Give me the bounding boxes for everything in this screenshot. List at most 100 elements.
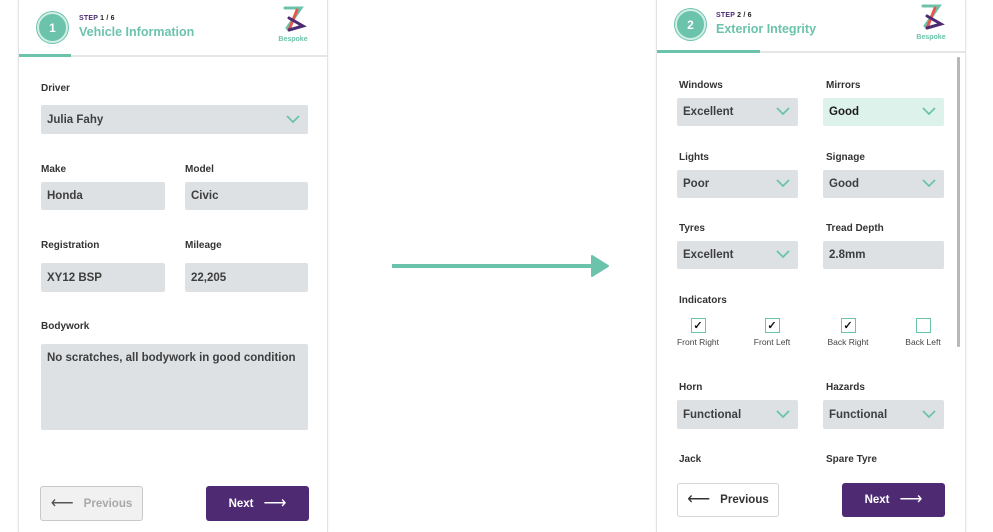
mileage-value: 22,205 bbox=[191, 271, 227, 284]
lights-value: Poor bbox=[683, 178, 710, 190]
driver-label: Driver bbox=[41, 83, 70, 94]
chevron-down-icon bbox=[922, 409, 936, 418]
mirrors-select[interactable]: Good bbox=[823, 98, 944, 126]
windows-label: Windows bbox=[679, 80, 723, 91]
bodywork-textarea[interactable]: No scratches, all bodywork in good condi… bbox=[41, 344, 308, 430]
page-title: Vehicle Information bbox=[79, 25, 195, 39]
mileage-input[interactable]: 22,205 bbox=[185, 263, 308, 292]
checkbox[interactable]: ✓ bbox=[840, 318, 856, 333]
arrow-left-icon: ⟵ bbox=[50, 494, 74, 512]
next-button[interactable]: Next ⟶ bbox=[842, 483, 945, 517]
bespoke-logo: Bespoke bbox=[915, 2, 947, 42]
signage-select[interactable]: Good bbox=[823, 170, 944, 198]
registration-input[interactable]: XY12 BSP bbox=[41, 263, 165, 292]
step-number-badge: 2 bbox=[675, 9, 706, 40]
step-prefix: STEP bbox=[79, 15, 98, 22]
hazards-label: Hazards bbox=[826, 382, 865, 393]
next-label: Next bbox=[864, 494, 890, 506]
checkbox[interactable]: ✓ bbox=[764, 318, 780, 333]
previous-label: Previous bbox=[720, 494, 769, 506]
step2-panel: 2 STEP 2 / 6 Exterior Integrity Bespoke … bbox=[656, 0, 966, 532]
tread-depth-label: Tread Depth bbox=[826, 223, 884, 234]
next-button[interactable]: Next ⟶ bbox=[206, 486, 309, 521]
step-progress-bar bbox=[19, 54, 71, 57]
step-prefix: STEP bbox=[716, 12, 735, 19]
windows-select[interactable]: Excellent bbox=[677, 98, 798, 126]
make-label: Make bbox=[41, 164, 67, 175]
tread-depth-value: 2.8mm bbox=[829, 249, 866, 261]
next-label: Next bbox=[228, 497, 254, 510]
make-input[interactable]: Honda bbox=[41, 182, 165, 210]
checkbox-label: Front Right bbox=[676, 337, 720, 347]
horn-value: Functional bbox=[683, 408, 742, 421]
arrow-right-icon: ⟶ bbox=[263, 494, 287, 512]
step1-header: 1 STEP 1 / 6 Vehicle Information Bespoke bbox=[19, 0, 327, 57]
logo-mark-icon bbox=[283, 6, 307, 32]
checkbox-label: Back Left bbox=[905, 337, 941, 347]
hazards-value: Functional bbox=[829, 408, 888, 421]
chevron-down-icon bbox=[776, 250, 790, 259]
tyres-select[interactable]: Excellent bbox=[677, 241, 798, 269]
step-number-badge: 1 bbox=[37, 12, 68, 43]
step-num: 2 / 6 bbox=[737, 12, 752, 19]
previous-button[interactable]: ⟵ Previous bbox=[677, 483, 779, 517]
chevron-down-icon bbox=[776, 179, 790, 188]
arrow-right-icon: ⟶ bbox=[899, 491, 923, 508]
chevron-down-icon bbox=[922, 107, 936, 116]
logo-mark-icon bbox=[921, 4, 945, 30]
mileage-label: Mileage bbox=[185, 240, 222, 251]
previous-button[interactable]: ⟵ Previous bbox=[40, 486, 143, 521]
model-input[interactable]: Civic bbox=[185, 182, 308, 210]
horn-select[interactable]: Functional bbox=[677, 400, 798, 429]
chevron-down-icon bbox=[776, 107, 790, 116]
mirrors-value: Good bbox=[829, 106, 860, 118]
tread-depth-input[interactable]: 2.8mm bbox=[823, 241, 944, 269]
page-title: Exterior Integrity bbox=[716, 22, 817, 36]
windows-value: Excellent bbox=[683, 106, 734, 118]
model-label: Model bbox=[185, 164, 214, 175]
indicator-front-right[interactable]: ✓ Front Right bbox=[668, 318, 728, 347]
step1-panel: 1 STEP 1 / 6 Vehicle Information Bespoke… bbox=[18, 0, 328, 532]
checkbox[interactable] bbox=[915, 318, 931, 333]
registration-label: Registration bbox=[41, 240, 100, 251]
checkbox-label: Front Left bbox=[753, 337, 791, 347]
logo-text: Bespoke bbox=[278, 36, 308, 43]
tyres-value: Excellent bbox=[683, 249, 734, 261]
step-progress-bar bbox=[657, 50, 760, 53]
signage-value: Good bbox=[829, 178, 860, 190]
checkbox-label: Back Right bbox=[827, 337, 869, 347]
indicator-back-left[interactable]: Back Left bbox=[893, 318, 953, 347]
registration-value: XY12 BSP bbox=[47, 271, 102, 284]
jack-label: Jack bbox=[679, 454, 702, 465]
tyres-label: Tyres bbox=[679, 223, 705, 234]
checkbox[interactable]: ✓ bbox=[690, 318, 706, 333]
step2-header: 2 STEP 2 / 6 Exterior Integrity Bespoke bbox=[657, 0, 965, 53]
previous-label: Previous bbox=[83, 497, 133, 510]
make-value: Honda bbox=[47, 190, 83, 202]
chevron-down-icon bbox=[776, 409, 790, 418]
chevron-down-icon bbox=[286, 114, 300, 123]
step-counter: STEP 1 / 6 bbox=[79, 15, 115, 22]
hazards-select[interactable]: Functional bbox=[823, 400, 944, 429]
lights-label: Lights bbox=[679, 152, 709, 163]
indicators-label: Indicators bbox=[679, 295, 727, 306]
indicator-back-right[interactable]: ✓ Back Right bbox=[818, 318, 878, 347]
indicator-front-left[interactable]: ✓ Front Left bbox=[742, 318, 802, 347]
step-counter: STEP 2 / 6 bbox=[716, 12, 752, 19]
horn-label: Horn bbox=[679, 382, 703, 393]
driver-select[interactable]: Julia Fahy bbox=[41, 105, 308, 134]
spare-tyre-label: Spare Tyre bbox=[826, 454, 877, 465]
chevron-down-icon bbox=[922, 179, 936, 188]
bespoke-logo: Bespoke bbox=[277, 4, 309, 44]
lights-select[interactable]: Poor bbox=[677, 170, 798, 198]
mirrors-label: Mirrors bbox=[826, 80, 861, 91]
flow-arrow-icon bbox=[392, 255, 609, 277]
bodywork-label: Bodywork bbox=[41, 321, 90, 332]
logo-text: Bespoke bbox=[916, 34, 946, 41]
signage-label: Signage bbox=[826, 152, 865, 163]
model-value: Civic bbox=[191, 190, 219, 202]
step-num: 1 / 6 bbox=[100, 15, 115, 22]
driver-value: Julia Fahy bbox=[47, 113, 104, 126]
scrollbar-thumb[interactable] bbox=[957, 57, 960, 347]
bodywork-value: No scratches, all bodywork in good condi… bbox=[47, 352, 296, 364]
